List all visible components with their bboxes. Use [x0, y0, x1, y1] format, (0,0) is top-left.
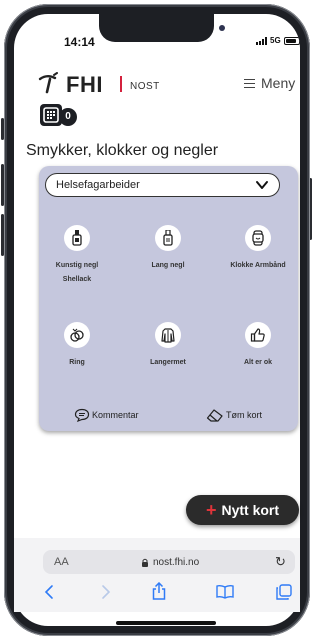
long-nail-icon: [155, 225, 181, 251]
thumbs-up-icon: [245, 322, 271, 348]
app-header: FHI NOST Meny: [26, 72, 306, 97]
share-icon[interactable]: [152, 582, 166, 600]
item-klokke-armband[interactable]: Klokke Armbånd: [215, 225, 301, 273]
address-bar[interactable]: AA nost.fhi.no ↻: [43, 550, 295, 574]
menu-button[interactable]: Meny: [244, 75, 295, 91]
logo-subtitle: NOST: [130, 81, 160, 92]
ring-icon: [64, 322, 90, 348]
role-select[interactable]: Helsefagarbeider: [45, 173, 280, 197]
status-time: 14:14: [64, 35, 95, 49]
item-langermet[interactable]: Langermet: [125, 322, 211, 370]
status-indicators: 5G: [256, 36, 300, 45]
reader-mode-button[interactable]: AA: [54, 556, 69, 568]
new-card-label: Nytt kort: [221, 502, 280, 518]
eraser-icon: [206, 409, 223, 422]
camera-icon: [219, 25, 225, 31]
fhi-logo-icon: [38, 72, 58, 94]
logo-text: FHI: [66, 72, 103, 97]
item-label: Kunstig negl Shellack: [55, 262, 99, 283]
role-select-value: Helsefagarbeider: [56, 179, 140, 191]
comment-label: Kommentar: [92, 410, 139, 420]
item-label: Klokke Armbånd: [230, 262, 286, 269]
back-icon[interactable]: [44, 584, 54, 600]
comment-button[interactable]: Kommentar: [74, 408, 139, 422]
hamburger-icon: [244, 78, 255, 88]
menu-label: Meny: [261, 75, 296, 91]
phone-frame: 14:14 5G FHI NOST Meny 0 Smykker, klokke…: [0, 0, 316, 640]
long-sleeve-icon: [155, 322, 181, 348]
card-counter[interactable]: 0: [40, 104, 80, 128]
new-card-button[interactable]: + Nytt kort: [186, 495, 299, 525]
item-label: Lang negl: [151, 262, 185, 269]
comment-icon: [74, 408, 90, 422]
item-label: Ring: [69, 359, 85, 366]
bookmarks-icon[interactable]: [216, 584, 234, 599]
chevron-down-icon: [256, 181, 268, 189]
lock-icon: [142, 558, 148, 567]
clear-card-button[interactable]: Tøm kort: [206, 408, 262, 422]
tabs-icon[interactable]: [276, 584, 292, 600]
signal-icon: [256, 36, 267, 45]
forward-icon[interactable]: [101, 584, 111, 600]
reload-icon[interactable]: ↻: [275, 554, 286, 570]
nail-polish-icon: [64, 225, 90, 251]
clear-card-label: Tøm kort: [226, 410, 262, 420]
item-label: Alt er ok: [243, 359, 272, 366]
watch-icon: [245, 225, 271, 251]
home-indicator: [116, 621, 216, 625]
checklist-card: Helsefagarbeider Kunstig negl Shellack L…: [39, 166, 298, 431]
url-text: nost.fhi.no: [153, 557, 200, 568]
item-label: Langermet: [150, 359, 186, 366]
notch: [99, 14, 225, 42]
item-alt-er-ok[interactable]: Alt er ok: [215, 322, 301, 370]
item-ring[interactable]: Ring: [34, 322, 120, 370]
counter-badge: 0: [59, 108, 77, 126]
plus-icon: +: [205, 500, 217, 520]
logo-divider: [120, 76, 122, 92]
network-type: 5G: [270, 36, 281, 45]
item-lang-negl[interactable]: Lang negl: [125, 225, 211, 273]
battery-icon: [283, 36, 300, 45]
browser-toolbar: AA nost.fhi.no ↻: [14, 538, 300, 612]
item-kunstig-negl[interactable]: Kunstig negl Shellack: [34, 225, 120, 287]
page-title: Smykker, klokker og negler: [26, 142, 219, 159]
url-display[interactable]: nost.fhi.no: [141, 557, 199, 568]
